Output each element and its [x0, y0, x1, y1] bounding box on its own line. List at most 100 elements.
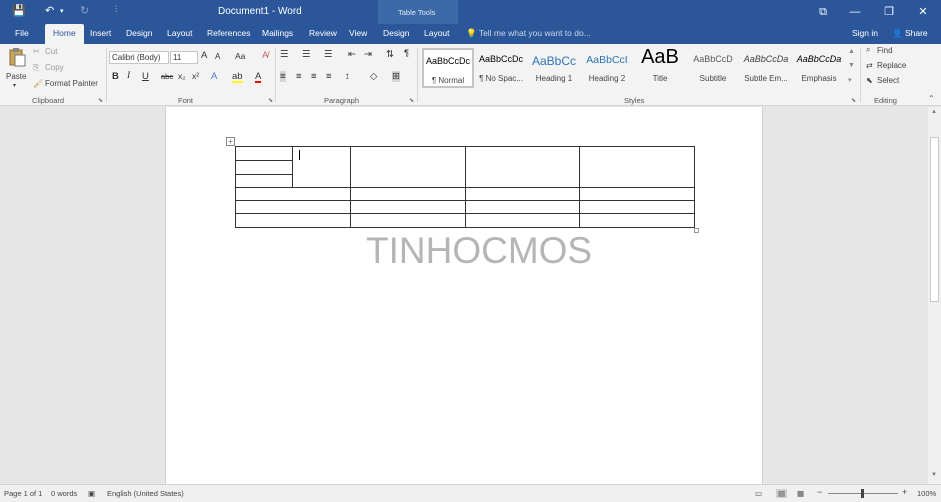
- select-button[interactable]: Select: [877, 76, 899, 85]
- redo-icon[interactable]: ↻: [80, 4, 89, 17]
- style-subtitle[interactable]: AaBbCcD Subtitle: [687, 48, 739, 88]
- bullets-icon[interactable]: ☰: [280, 49, 289, 60]
- styles-more-icon[interactable]: ▾: [848, 76, 852, 84]
- align-right-icon[interactable]: ≡: [311, 71, 317, 82]
- borders-icon[interactable]: ⊞: [392, 71, 400, 82]
- sign-in-link[interactable]: Sign in: [852, 28, 878, 38]
- read-mode-icon[interactable]: ▭: [755, 489, 762, 498]
- minimize-button[interactable]: —: [840, 3, 870, 21]
- tab-references[interactable]: References: [207, 28, 250, 38]
- customize-qat-icon[interactable]: ⫶: [115, 4, 117, 15]
- format-painter-button[interactable]: Format Painter: [45, 79, 98, 88]
- italic-button[interactable]: I: [127, 71, 130, 81]
- zoom-out-button[interactable]: −: [817, 487, 822, 497]
- style-normal[interactable]: AaBbCcDc ¶ Normal: [422, 48, 474, 88]
- align-center-icon[interactable]: ≡: [296, 71, 302, 82]
- close-button[interactable]: ✕: [908, 3, 938, 21]
- document-page[interactable]: + TINHOCMOS: [165, 107, 763, 484]
- ribbon-display-options-icon[interactable]: ⧉: [808, 3, 838, 21]
- style-name-label: Title: [652, 74, 668, 83]
- vertical-scrollbar[interactable]: ▲ ▼: [928, 107, 941, 484]
- font-size-select[interactable]: 11: [170, 51, 198, 64]
- page-count[interactable]: Page 1 of 1: [4, 489, 42, 498]
- strikethrough-button[interactable]: abc: [161, 72, 173, 81]
- style-title[interactable]: AaB Title: [634, 46, 686, 88]
- highlight-icon[interactable]: ab: [232, 71, 243, 83]
- find-button[interactable]: Find: [877, 46, 893, 55]
- tab-design[interactable]: Design: [126, 28, 152, 38]
- font-color-icon[interactable]: A: [255, 71, 262, 83]
- paste-button[interactable]: Paste: [6, 72, 26, 81]
- table-move-handle-icon[interactable]: +: [226, 137, 235, 146]
- tab-table-design[interactable]: Design: [383, 28, 409, 38]
- text-effects-icon[interactable]: A: [211, 71, 217, 82]
- tab-home[interactable]: Home: [45, 24, 84, 44]
- align-left-icon[interactable]: ≡: [280, 71, 286, 82]
- print-layout-icon[interactable]: ▤: [776, 489, 788, 498]
- proofing-icon[interactable]: ▣: [88, 489, 95, 498]
- multilevel-list-icon[interactable]: ☰: [324, 49, 333, 60]
- style-no-spac[interactable]: AaBbCcDc ¶ No Spac...: [475, 48, 527, 88]
- word-table[interactable]: [235, 146, 695, 228]
- font-launcher-icon[interactable]: ⬊: [268, 97, 273, 104]
- zoom-in-button[interactable]: +: [902, 487, 907, 497]
- show-formatting-icon[interactable]: ¶: [404, 48, 409, 59]
- share-button[interactable]: 👤 Share: [892, 28, 928, 39]
- word-count[interactable]: 0 words: [51, 489, 77, 498]
- zoom-slider-thumb[interactable]: [861, 489, 864, 498]
- underline-button[interactable]: U: [142, 71, 149, 82]
- grow-font-button[interactable]: A: [201, 50, 207, 61]
- clipboard-launcher-icon[interactable]: ⬊: [98, 97, 103, 104]
- numbering-icon[interactable]: ☰: [302, 49, 311, 60]
- zoom-level[interactable]: 100%: [917, 489, 936, 498]
- collapse-ribbon-icon[interactable]: ⌃: [928, 94, 935, 103]
- styles-scroll-down-icon[interactable]: ▼: [848, 62, 855, 69]
- paste-icon[interactable]: [6, 47, 28, 67]
- web-layout-icon[interactable]: ▦: [797, 489, 804, 498]
- tab-insert[interactable]: Insert: [90, 28, 111, 38]
- superscript-button[interactable]: x²: [192, 71, 199, 81]
- tab-mailings[interactable]: Mailings: [262, 28, 293, 38]
- scroll-down-icon[interactable]: ▼: [931, 472, 937, 478]
- justify-icon[interactable]: ≡: [326, 71, 332, 82]
- line-spacing-icon[interactable]: ↕: [345, 71, 350, 82]
- decrease-indent-icon[interactable]: ⇤: [348, 49, 356, 60]
- change-case-button[interactable]: Aa: [235, 51, 245, 61]
- font-family-select[interactable]: Calibri (Body): [109, 51, 169, 64]
- styles-launcher-icon[interactable]: ⬊: [851, 97, 856, 104]
- cut-button[interactable]: Cut: [45, 47, 57, 56]
- sort-icon[interactable]: ⇅: [386, 49, 394, 60]
- style-emphasis[interactable]: AaBbCcDa Emphasis: [793, 48, 845, 88]
- scroll-up-icon[interactable]: ▲: [931, 109, 937, 115]
- style-subtle-em[interactable]: AaBbCcDa Subtle Em...: [740, 48, 792, 88]
- clear-formatting-icon[interactable]: A̸: [262, 50, 268, 61]
- undo-icon[interactable]: ↶: [45, 4, 54, 17]
- styles-scroll-up-icon[interactable]: ▲: [848, 48, 855, 55]
- language-indicator[interactable]: English (United States): [107, 489, 184, 498]
- style-heading-1[interactable]: AaBbCc Heading 1: [528, 48, 580, 88]
- tab-file[interactable]: File: [15, 28, 29, 38]
- subscript-button[interactable]: x₂: [178, 71, 186, 81]
- shading-icon[interactable]: ◇: [370, 71, 377, 82]
- tab-view[interactable]: View: [349, 28, 367, 38]
- tab-table-layout[interactable]: Layout: [424, 28, 450, 38]
- table-resize-handle[interactable]: [694, 228, 699, 233]
- save-icon[interactable]: 💾: [12, 4, 26, 17]
- increase-indent-icon[interactable]: ⇥: [364, 49, 372, 60]
- scrollbar-thumb[interactable]: [930, 137, 939, 302]
- replace-button[interactable]: Replace: [877, 61, 906, 70]
- paste-dropdown-icon[interactable]: ▾: [13, 82, 16, 89]
- paragraph-launcher-icon[interactable]: ⬊: [409, 97, 414, 104]
- tab-review[interactable]: Review: [309, 28, 337, 38]
- style-heading-2[interactable]: AaBbCcI Heading 2: [581, 48, 633, 88]
- tab-layout[interactable]: Layout: [167, 28, 193, 38]
- undo-dropdown-icon[interactable]: ▾: [60, 7, 64, 15]
- restore-button[interactable]: ❐: [874, 3, 904, 21]
- shrink-font-button[interactable]: A: [215, 52, 220, 61]
- person-icon: 👤: [892, 28, 903, 38]
- tell-me-text: Tell me what you want to do...: [478, 28, 591, 38]
- tell-me-search[interactable]: 💡 Tell me what you want to do...: [466, 28, 591, 39]
- copy-button[interactable]: Copy: [45, 63, 64, 72]
- group-divider: [275, 48, 276, 102]
- bold-button[interactable]: B: [112, 71, 119, 82]
